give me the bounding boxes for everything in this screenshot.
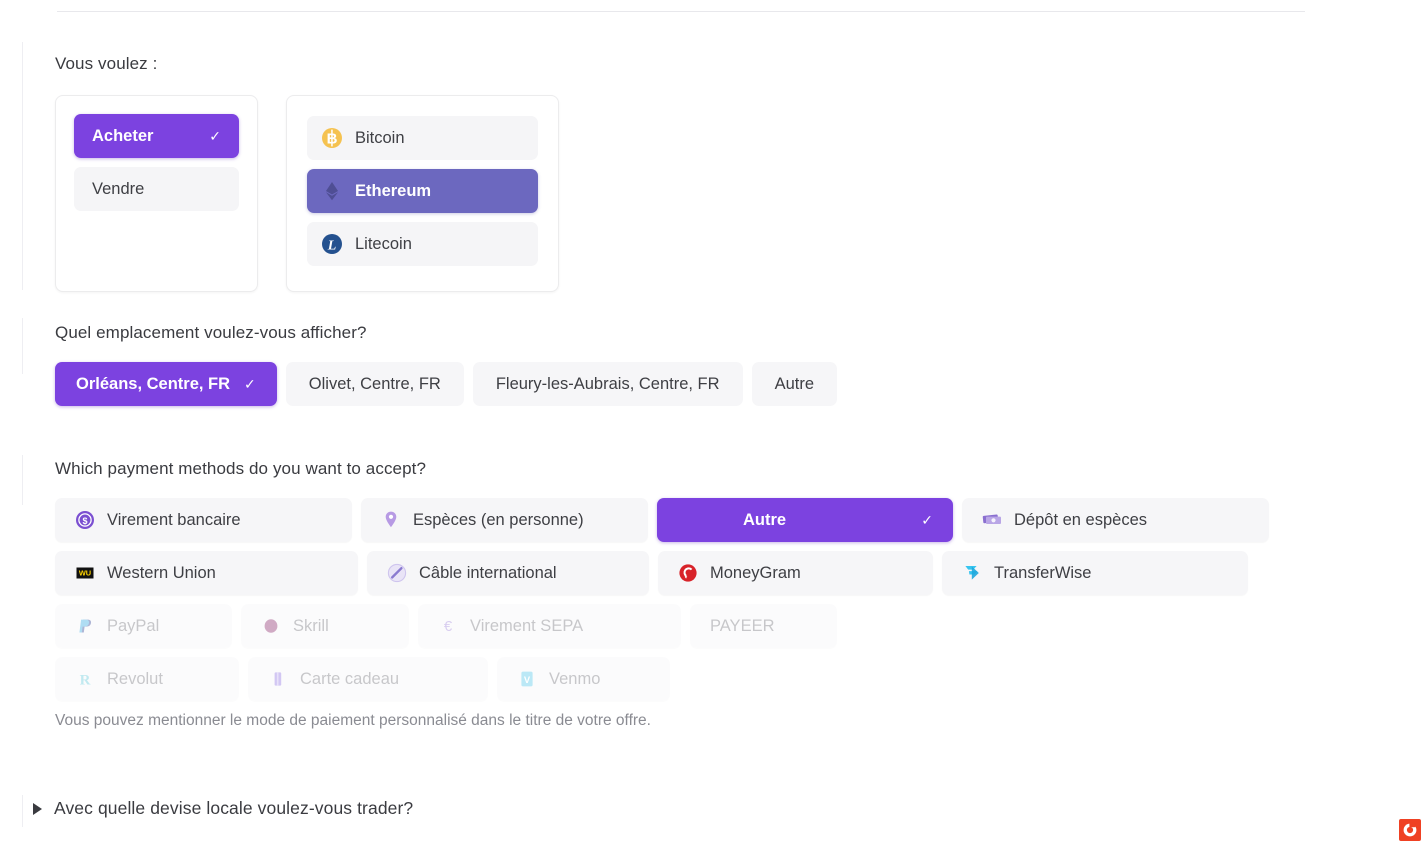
currency-question: Avec quelle devise locale voulez-vous tr…	[54, 798, 414, 818]
payment-method-label: Skrill	[293, 616, 329, 635]
payment-method-label: Venmo	[549, 669, 601, 688]
location-question: Quel emplacement voulez-vous afficher?	[55, 323, 367, 342]
payment-methods-row: PayPal Skrill € Virement SEPA PAYEER	[55, 604, 1269, 648]
revolut-icon: R	[75, 669, 95, 689]
location-option-olivet[interactable]: Olivet, Centre, FR	[285, 362, 464, 406]
svg-text:WU: WU	[79, 569, 91, 578]
payment-methods-row: $ Virement bancaire Espèces (en personne) A…	[55, 498, 1269, 542]
payment-methods-hint: Vous pouvez mentionner le mode de paieme…	[55, 712, 651, 729]
payment-method-moneygram[interactable]: MoneyGram	[658, 551, 933, 595]
payment-method-paypal: PayPal	[55, 604, 232, 648]
location-options: Orléans, Centre, FR ✓ Olivet, Centre, FR…	[55, 362, 837, 406]
payment-method-label: Virement bancaire	[107, 510, 241, 529]
cable-icon	[387, 563, 407, 583]
payment-method-virement-sepa: € Virement SEPA	[418, 604, 681, 648]
top-divider	[57, 11, 1305, 12]
section-rail	[22, 42, 23, 290]
crypto-option-bitcoin[interactable]: B Bitcoin	[307, 116, 538, 160]
location-option-label: Autre	[774, 374, 814, 393]
paypal-icon	[75, 616, 95, 636]
payment-methods-row: WU Western Union Câble international MoneyG…	[55, 551, 1269, 595]
location-option-label: Olivet, Centre, FR	[308, 374, 441, 393]
payment-method-transferwise[interactable]: TransferWise	[942, 551, 1248, 595]
payment-method-label: Espèces (en personne)	[413, 510, 584, 529]
buy-sell-section: Vous voulez : Acheter ✓ Vendre Bitcoin E…	[55, 54, 559, 292]
crypto-option-litecoin[interactable]: L Litecoin	[307, 222, 538, 266]
payment-method-label: PAYEER	[710, 616, 775, 635]
svg-text:$: $	[82, 516, 87, 526]
moneygram-icon	[678, 563, 698, 583]
svg-text:R: R	[80, 672, 91, 688]
trade-side-panel: Acheter ✓ Vendre	[55, 95, 258, 292]
crypto-option-label: Ethereum	[355, 181, 432, 200]
currency-section-header[interactable]: Avec quelle devise locale voulez-vous tr…	[33, 798, 413, 819]
payment-method-virement-bancaire[interactable]: $ Virement bancaire	[55, 498, 352, 542]
crypto-panel: B Bitcoin Ethereum	[286, 95, 559, 292]
crypto-option-ethereum[interactable]: Ethereum	[307, 169, 538, 213]
skrill-icon	[261, 616, 281, 636]
payment-method-skrill: Skrill	[241, 604, 409, 648]
western-union-icon: WU	[75, 563, 95, 583]
payment-method-label: Revolut	[107, 669, 163, 688]
giftcard-icon	[268, 669, 288, 689]
payment-method-especes-en-personne[interactable]: Espèces (en personne)	[361, 498, 648, 542]
payment-methods-question: Which payment methods do you want to acc…	[55, 459, 427, 478]
bitcoin-icon: B	[321, 127, 343, 149]
location-option-autre[interactable]: Autre	[751, 362, 837, 406]
payment-method-payeer: PAYEER	[690, 604, 837, 648]
location-option-fleury-les-aubrais[interactable]: Fleury-les-Aubrais, Centre, FR	[472, 362, 743, 406]
ethereum-icon	[321, 180, 343, 202]
check-icon: ✓	[921, 511, 933, 528]
buy-sell-question: Vous voulez :	[55, 54, 158, 73]
transferwise-icon	[962, 563, 982, 583]
banknote-icon	[982, 510, 1002, 530]
payment-method-label: Western Union	[107, 563, 216, 582]
euro-icon: €	[438, 616, 458, 636]
payment-method-depot-en-especes[interactable]: Dépôt en espèces	[962, 498, 1269, 542]
payment-method-carte-cadeau: Carte cadeau	[248, 657, 488, 701]
payment-method-label: Carte cadeau	[300, 669, 400, 688]
check-icon: ✓	[209, 127, 221, 144]
venmo-icon: V	[517, 669, 537, 689]
trade-side-option-label: Vendre	[92, 179, 145, 198]
payment-method-label: Dépôt en espèces	[1014, 510, 1148, 529]
payment-methods-grid: $ Virement bancaire Espèces (en personne) A…	[55, 498, 1269, 701]
payment-method-label: Virement SEPA	[470, 616, 584, 635]
payment-method-autre[interactable]: Autre ✓	[657, 498, 953, 542]
trade-side-option-acheter[interactable]: Acheter ✓	[74, 114, 239, 158]
payment-method-cable-international[interactable]: Câble international	[367, 551, 649, 595]
recording-indicator-icon[interactable]	[1399, 819, 1421, 841]
trade-side-option-vendre[interactable]: Vendre	[74, 167, 239, 211]
svg-text:V: V	[524, 674, 531, 685]
dollar-circle-icon: $	[75, 510, 95, 530]
map-pin-icon	[381, 510, 401, 530]
section-rail	[22, 318, 23, 374]
location-option-label: Orléans, Centre, FR	[76, 374, 231, 393]
payment-method-western-union[interactable]: WU Western Union	[55, 551, 358, 595]
payment-methods-row: R Revolut Carte cadeau V Venmo	[55, 657, 1269, 701]
chevron-right-icon[interactable]	[33, 802, 42, 815]
payment-method-revolut: R Revolut	[55, 657, 239, 701]
svg-text:L: L	[327, 239, 337, 254]
crypto-option-label: Bitcoin	[355, 128, 405, 147]
payment-method-label: MoneyGram	[710, 563, 801, 582]
trade-side-option-label: Acheter	[92, 126, 154, 145]
location-option-orleans[interactable]: Orléans, Centre, FR ✓	[55, 362, 277, 406]
payment-method-label: Câble international	[419, 563, 557, 582]
crypto-option-label: Litecoin	[355, 234, 412, 253]
section-rail	[22, 795, 23, 827]
payment-method-venmo: V Venmo	[497, 657, 670, 701]
svg-text:€: €	[444, 618, 453, 635]
check-icon: ✓	[244, 375, 256, 392]
payment-method-label: TransferWise	[994, 563, 1092, 582]
section-rail	[22, 455, 23, 505]
location-option-label: Fleury-les-Aubrais, Centre, FR	[495, 374, 720, 393]
litecoin-icon: L	[321, 233, 343, 255]
payment-methods-section: Which payment methods do you want to acc…	[55, 459, 1269, 730]
payment-method-label: PayPal	[107, 616, 160, 635]
payment-method-label: Autre	[743, 510, 787, 529]
location-section: Quel emplacement voulez-vous afficher? O…	[55, 323, 837, 406]
